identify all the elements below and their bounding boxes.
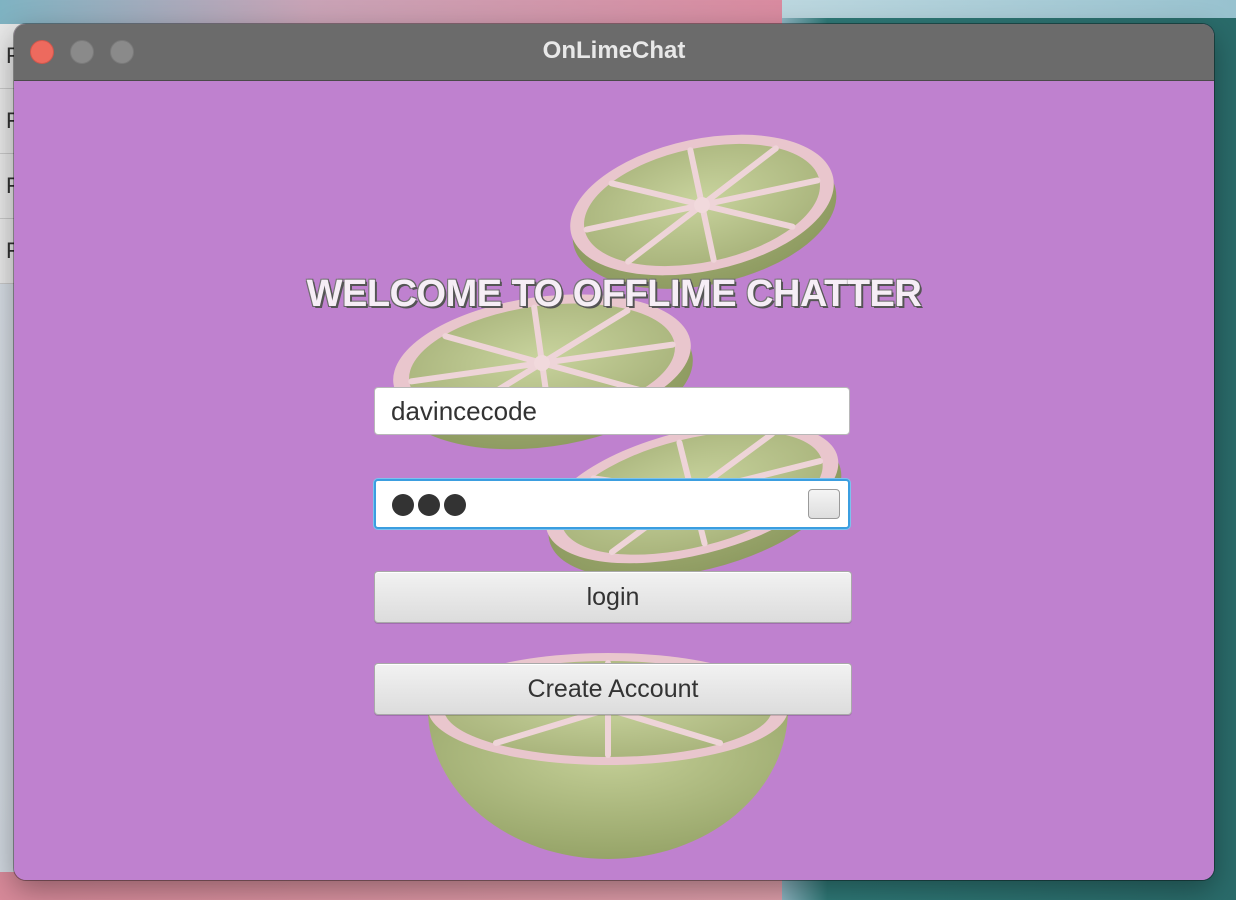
desktop-wallpaper-strip-right — [782, 0, 1236, 18]
window-title: OnLimeChat — [542, 37, 686, 64]
login-button[interactable]: login — [374, 571, 852, 623]
show-password-toggle-icon[interactable] — [808, 489, 840, 519]
username-input[interactable] — [375, 388, 849, 434]
close-icon[interactable] — [30, 40, 54, 64]
app-window: OnLimeChat WELCOME TO OFFLIME CHATTER da… — [14, 24, 1214, 880]
title-bar[interactable]: OnLimeChat — [14, 24, 1214, 81]
maximize-icon[interactable] — [110, 40, 134, 64]
password-dot — [418, 494, 440, 516]
username-field[interactable] — [374, 387, 850, 435]
password-dot — [444, 494, 466, 516]
password-masked-value — [392, 494, 466, 516]
login-pane: WELCOME TO OFFLIME CHATTER login Create … — [14, 81, 1214, 880]
password-field[interactable] — [374, 479, 850, 529]
minimize-icon[interactable] — [70, 40, 94, 64]
welcome-heading: WELCOME TO OFFLIME CHATTER — [306, 273, 922, 315]
desktop-wallpaper-strip — [0, 0, 782, 24]
password-dot — [392, 494, 414, 516]
create-account-button[interactable]: Create Account — [374, 663, 852, 715]
